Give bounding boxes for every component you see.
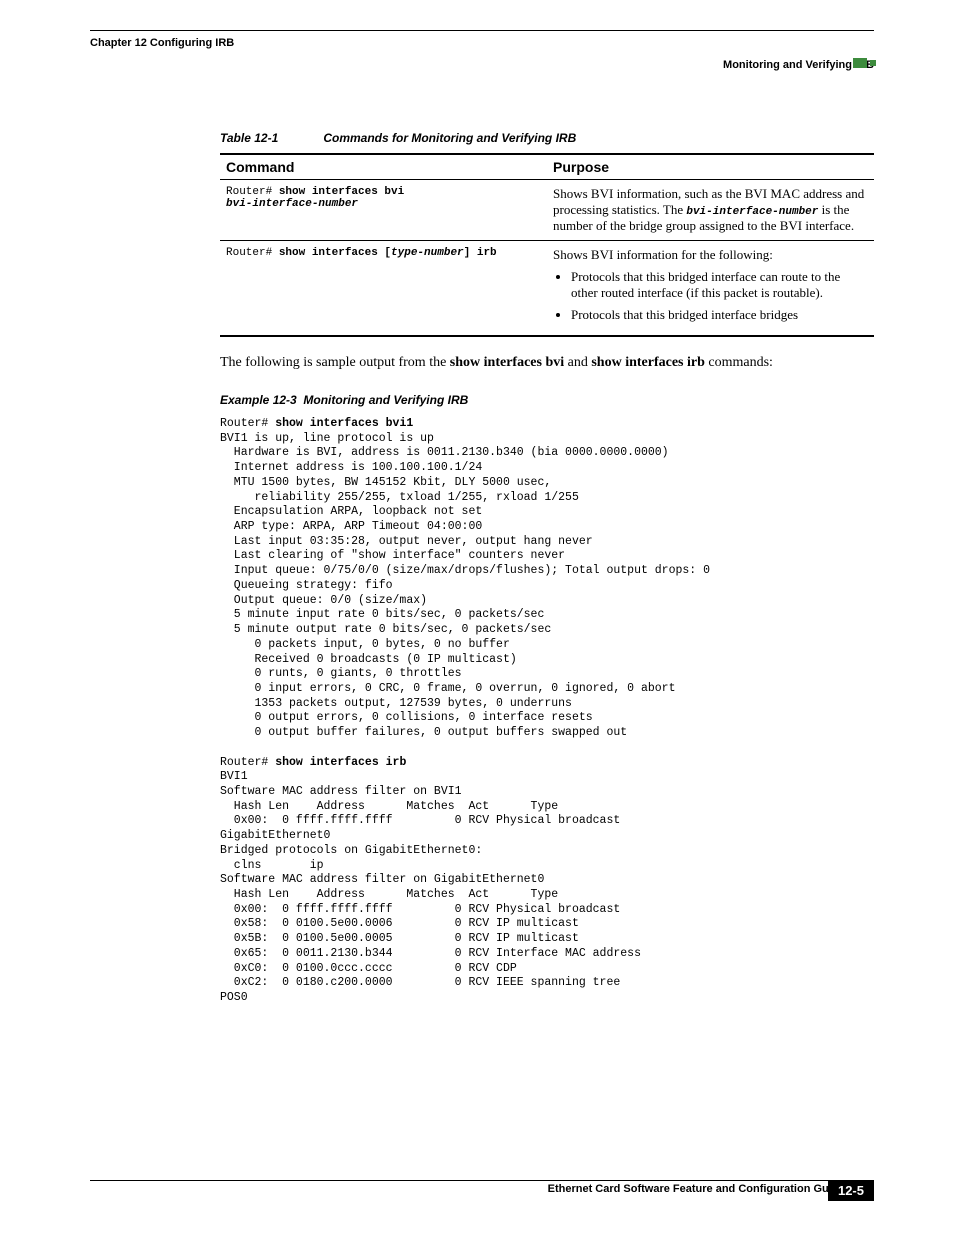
table-title: Commands for Monitoring and Verifying IR…: [323, 131, 576, 145]
th-purpose: Purpose: [547, 154, 874, 180]
cli-command: show interfaces bvi1: [275, 417, 413, 430]
example-heading: Example 12-3 Monitoring and Verifying IR…: [220, 393, 874, 407]
para-text: The following is sample output from the: [220, 355, 450, 370]
header-accent-icon: [853, 54, 876, 72]
table-row: Router# show interfaces bvi bvi-interfac…: [220, 180, 874, 241]
cli-command: show interfaces irb: [275, 756, 406, 769]
cli-prompt: Router#: [220, 756, 275, 769]
cmd-arg: type-number: [391, 247, 464, 259]
cmd-ref: show interfaces bvi: [450, 355, 564, 370]
cli-prompt: Router#: [220, 417, 275, 430]
purpose-bullet: Protocols that this bridged interface br…: [571, 307, 868, 323]
section-head: Monitoring and Verifying IRB: [90, 59, 874, 71]
cmd-arg: bvi-interface-number: [226, 198, 358, 210]
para-text: commands:: [705, 355, 773, 370]
cmd-ref: show interfaces irb: [591, 355, 705, 370]
page-number-badge: 12-5: [828, 1180, 874, 1201]
table-caption: Table 12-1 Commands for Monitoring and V…: [220, 131, 874, 145]
example-id: Example 12-3: [220, 393, 297, 407]
chapter-title: Chapter 12 Configuring IRB: [90, 37, 874, 49]
body-paragraph: The following is sample output from the …: [220, 355, 874, 371]
para-text: and: [564, 355, 591, 370]
cli-output: BVI1 Software MAC address filter on BVI1…: [220, 770, 641, 1004]
cmd-text: show interfaces [: [279, 247, 391, 259]
purpose-arg: bvi-interface-number: [686, 206, 818, 218]
purpose-bullet: Protocols that this bridged interface ca…: [571, 269, 868, 301]
cli-output: BVI1 is up, line protocol is up Hardware…: [220, 432, 710, 739]
cmd-prompt: Router#: [226, 186, 279, 198]
table-row: Router# show interfaces [type-number] ir…: [220, 241, 874, 337]
cmd-text: show interfaces bvi: [279, 186, 404, 198]
th-command: Command: [220, 154, 547, 180]
purpose-lead: Shows BVI information for the following:: [553, 247, 868, 263]
cmd-prompt: Router#: [226, 247, 279, 259]
cmd-text: ] irb: [464, 247, 497, 259]
command-table: Command Purpose Router# show interfaces …: [220, 153, 874, 337]
code-block: Router# show interfaces bvi1 BVI1 is up,…: [220, 417, 874, 1006]
footer-title: Ethernet Card Software Feature and Confi…: [90, 1183, 874, 1195]
table-id: Table 12-1: [220, 131, 320, 145]
example-title: Monitoring and Verifying IRB: [303, 393, 468, 407]
